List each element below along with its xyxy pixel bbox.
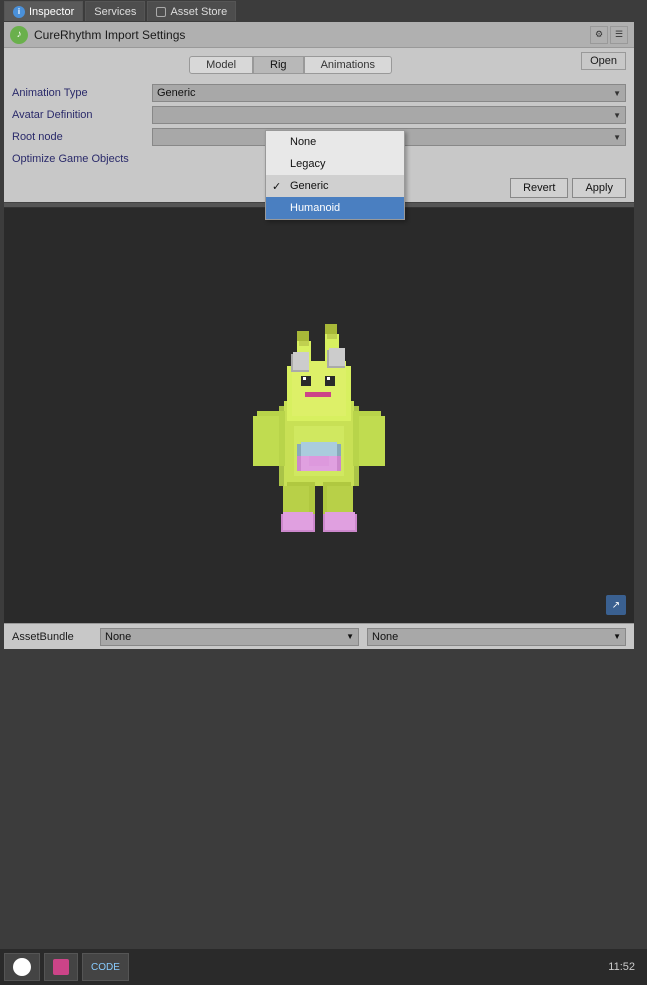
check-mark-icon: ✓ [272,180,281,193]
animation-type-row: Animation Type Generic ▼ [4,82,634,104]
settings-icon[interactable]: ⚙ [590,26,608,44]
unity-taskbar-icon [13,958,31,976]
asset-bundle-value-left: None [105,631,131,643]
tab-services[interactable]: Services [85,1,145,21]
asset-bundle-label: AssetBundle [12,631,92,643]
app2-taskbar-icon [53,959,69,975]
tab-model[interactable]: Model [189,56,253,74]
animation-type-value: Generic [157,87,196,99]
inspector-icon: i [13,6,25,18]
header-icons: ⚙ ☰ [590,26,628,44]
system-clock: 11:52 [608,961,643,973]
dropdown-option-none[interactable]: None [266,131,404,153]
avatar-definition-label: Avatar Definition [12,109,152,121]
apply-button[interactable]: Apply [572,178,626,198]
asset-bundle-value-right: None [372,631,398,643]
tab-inspector-label: Inspector [29,6,74,18]
taskbar-unity[interactable] [4,953,40,981]
tab-animations-label: Animations [321,59,375,71]
root-node-label: Root node [12,131,152,143]
tab-inspector[interactable]: i Inspector [4,1,83,21]
open-button[interactable]: Open [581,52,626,70]
avatar-dropdown-arrow: ▼ [613,111,621,120]
asset-bundle-select-right[interactable]: None ▼ [367,628,626,646]
tab-rig-label: Rig [270,59,287,71]
asset-bundle-row: AssetBundle None ▼ None ▼ [4,623,634,649]
tab-asset-store[interactable]: Asset Store [147,1,236,21]
top-tab-bar: i Inspector Services Asset Store [0,0,647,22]
preview-area: ↗ [4,208,634,623]
animation-type-dropdown[interactable]: Generic ▼ [152,84,626,102]
import-settings-header: ♪ CureRhythm Import Settings ⚙ ☰ [4,22,634,48]
voxel-character [209,286,429,546]
dropdown-none-label: None [290,136,316,148]
import-settings-title: CureRhythm Import Settings [34,28,584,42]
tab-services-label: Services [94,6,136,18]
root-node-arrow: ▼ [613,133,621,142]
avatar-definition-row: Avatar Definition ▼ [4,104,634,126]
taskbar-app2[interactable] [44,953,78,981]
dropdown-option-legacy[interactable]: Legacy [266,153,404,175]
lock-icon [156,7,166,17]
dropdown-arrow-icon: ▼ [613,89,621,98]
code-label: CODE [91,962,120,973]
file-icon: ♪ [10,26,28,44]
dropdown-humanoid-label: Humanoid [290,202,340,214]
asset-bundle-select-left[interactable]: None ▼ [100,628,359,646]
taskbar: CODE 11:52 [0,949,647,985]
tab-rig[interactable]: Rig [253,56,304,74]
asset-bundle-left-arrow: ▼ [346,632,354,641]
dropdown-generic-label: Generic [290,180,329,192]
tab-asset-store-label: Asset Store [170,6,227,18]
menu-icon[interactable]: ☰ [610,26,628,44]
animation-type-dropdown-menu: None Legacy ✓ Generic Humanoid [265,130,405,220]
preview-corner-icon[interactable]: ↗ [606,595,626,615]
animation-type-label: Animation Type [12,87,152,99]
avatar-definition-control[interactable]: ▼ [152,106,626,124]
asset-bundle-right-arrow: ▼ [613,632,621,641]
tab-animations[interactable]: Animations [304,56,392,74]
import-tabs-row: Model Rig Animations [4,52,577,78]
tab-model-label: Model [206,59,236,71]
optimize-objects-label: Optimize Game Objects [12,153,152,165]
revert-button[interactable]: Revert [510,178,568,198]
dropdown-option-humanoid[interactable]: Humanoid [266,197,404,219]
dropdown-option-generic[interactable]: ✓ Generic [266,175,404,197]
taskbar-code[interactable]: CODE [82,953,129,981]
dropdown-legacy-label: Legacy [290,158,325,170]
